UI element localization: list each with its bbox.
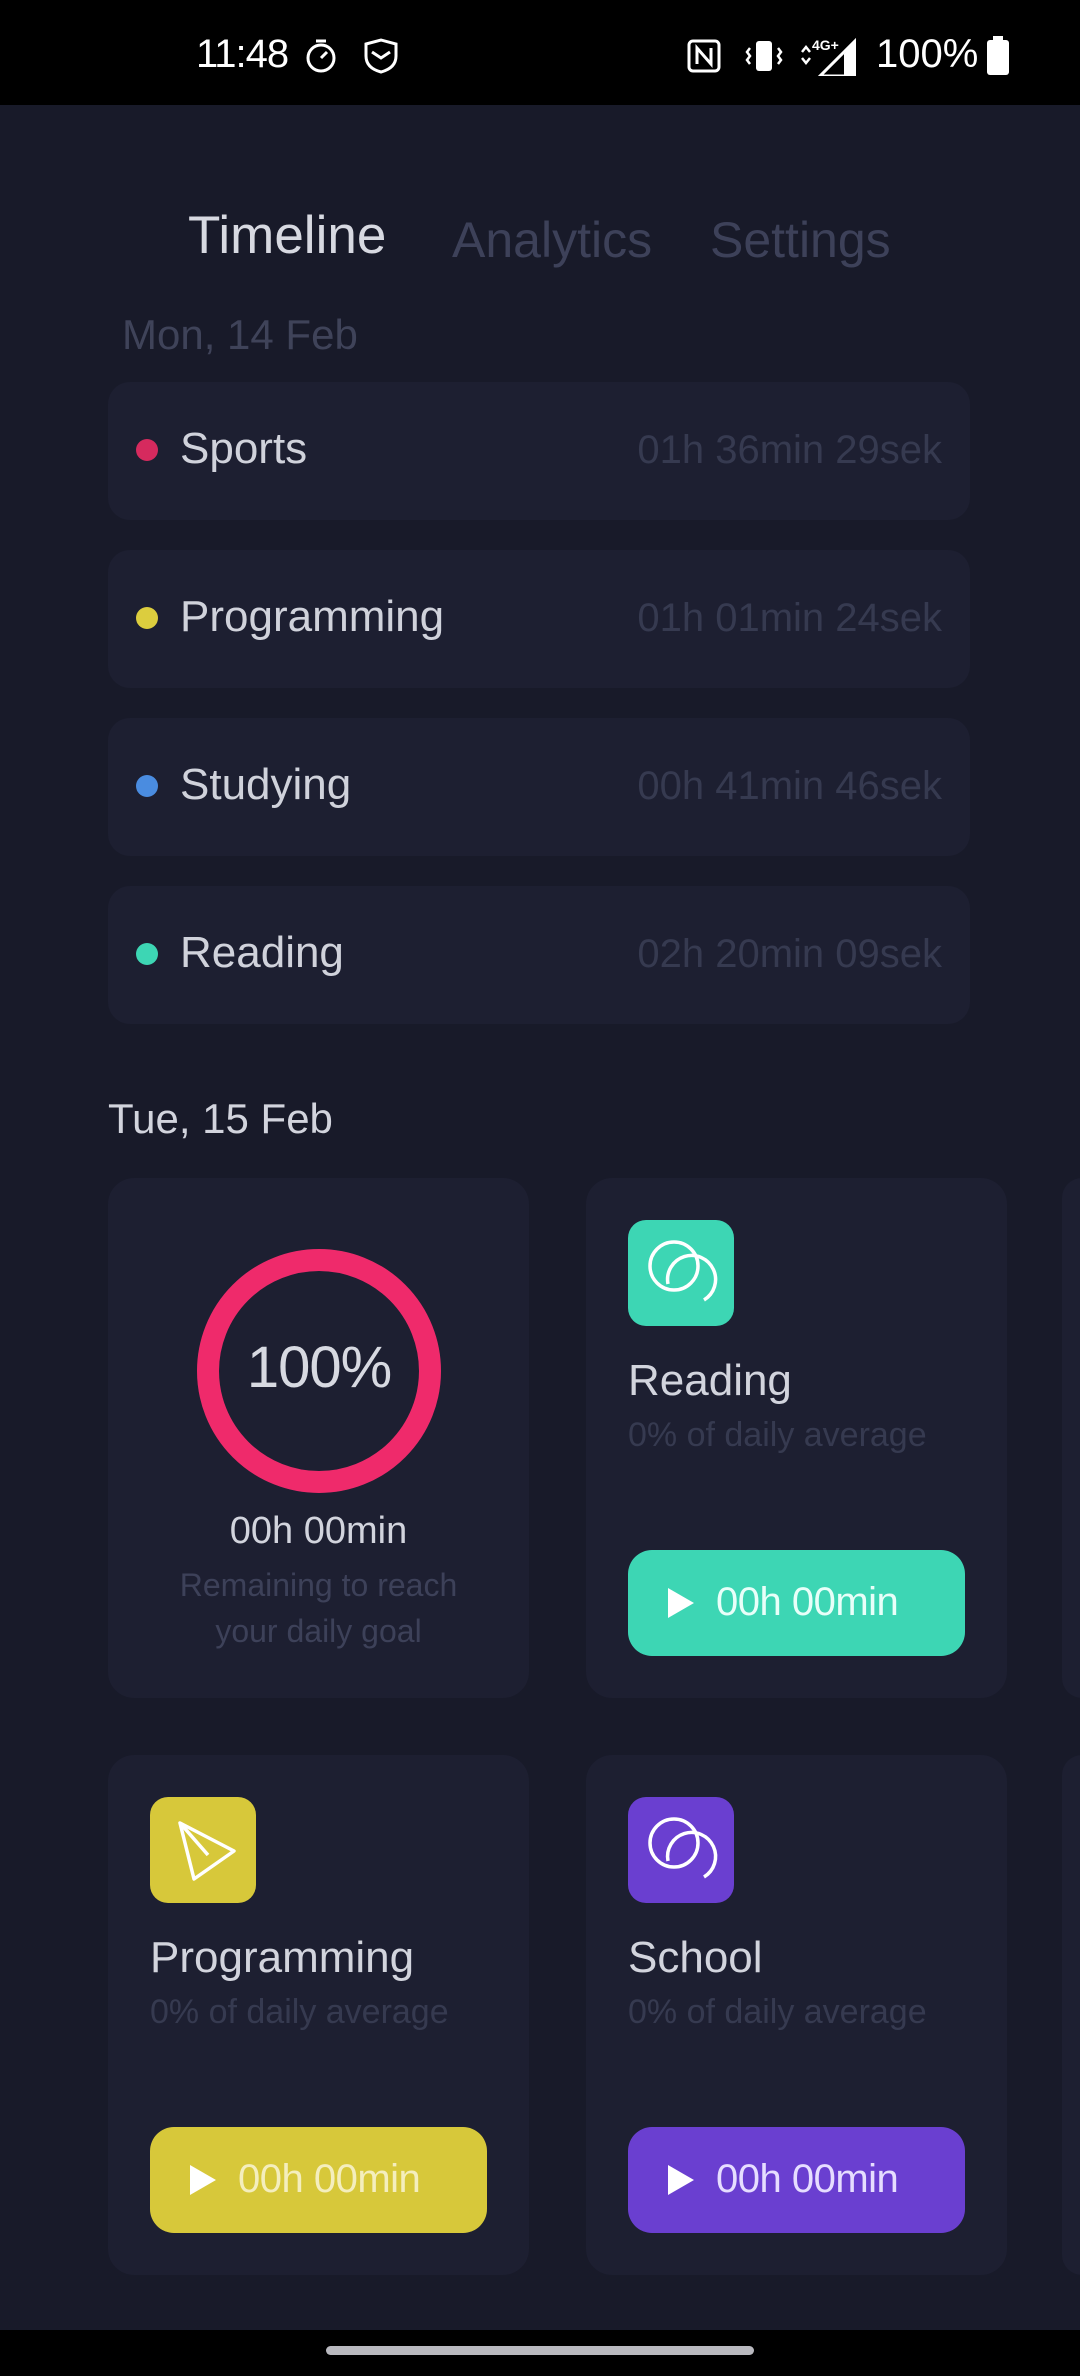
tab-analytics[interactable]: Analytics — [452, 211, 652, 269]
entry-name: Reading — [180, 928, 344, 977]
entry-name: Sports — [180, 424, 308, 473]
entry-name: Studying — [180, 760, 352, 809]
school-loop-icon — [628, 1797, 734, 1903]
entry-duration: 01h 01min 24sek — [637, 596, 942, 640]
app-shield-icon — [362, 38, 400, 79]
activity-name: Reading — [628, 1356, 792, 1405]
day-label-tue: Tue, 15 Feb — [108, 1095, 333, 1142]
activity-card-school[interactable]: School 0% of daily average 00h 00min — [586, 1755, 1007, 2275]
programming-paper-plane-icon — [150, 1797, 256, 1903]
home-gesture-handle[interactable] — [326, 2346, 754, 2355]
timer-label: 00h 00min — [716, 1580, 899, 1624]
timeline-entry-reading[interactable]: Reading 02h 20min 09sek — [108, 886, 970, 1024]
goal-caption: Remaining to reach your daily goal — [179, 1567, 458, 1649]
navigation-bar — [0, 2330, 1080, 2376]
day-label-mon: Mon, 14 Feb — [122, 311, 358, 358]
goal-progress-ring: 100% — [194, 1246, 444, 1496]
timer-label: 00h 00min — [238, 2157, 421, 2201]
entry-name: Programming — [180, 592, 445, 641]
battery-percent: 100% — [876, 32, 979, 76]
status-bar: 11:48 4G+ 100% — [0, 0, 1080, 105]
activity-average: 0% of daily average — [150, 1993, 449, 2031]
reading-loop-icon — [628, 1220, 734, 1326]
entry-duration: 02h 20min 09sek — [637, 932, 942, 976]
tab-timeline[interactable]: Timeline — [188, 205, 386, 266]
start-timer-button-programming[interactable]: 00h 00min — [150, 2127, 487, 2233]
start-timer-button-reading[interactable]: 00h 00min — [628, 1550, 965, 1656]
start-timer-button-school[interactable]: 00h 00min — [628, 2127, 965, 2233]
play-icon — [668, 2165, 694, 2195]
activity-card-reading[interactable]: Reading 0% of daily average 00h 00min — [586, 1178, 1007, 1698]
offscreen-card-edge — [1062, 1755, 1080, 2275]
goal-percent: 100% — [246, 1335, 392, 1400]
activity-average: 0% of daily average — [628, 1416, 927, 1454]
activity-card-programming[interactable]: Programming 0% of daily average 00h 00mi… — [108, 1755, 529, 2275]
battery-icon — [986, 36, 1010, 81]
entry-duration: 01h 36min 29sek — [637, 428, 942, 472]
play-icon — [668, 1588, 694, 1618]
tab-bar: Timeline Analytics Settings — [0, 205, 1080, 285]
activity-name: School — [628, 1933, 763, 1982]
app-content: Timeline Analytics Settings Mon, 14 Feb … — [0, 105, 1080, 2330]
category-dot — [136, 607, 158, 629]
daily-goal-card: 100% 00h 00min Remaining to reach your d… — [108, 1178, 529, 1698]
timeline-entry-programming[interactable]: Programming 01h 01min 24sek — [108, 550, 970, 688]
timer-label: 00h 00min — [716, 2157, 899, 2201]
category-dot — [136, 943, 158, 965]
play-icon — [190, 2165, 216, 2195]
timeline-entry-sports[interactable]: Sports 01h 36min 29sek — [108, 382, 970, 520]
stopwatch-icon — [304, 38, 338, 79]
status-time: 11:48 — [196, 32, 289, 76]
nfc-icon — [686, 38, 722, 79]
entry-duration: 00h 41min 46sek — [637, 764, 942, 808]
activity-name: Programming — [150, 1933, 415, 1982]
timeline-entry-studying[interactable]: Studying 00h 41min 46sek — [108, 718, 970, 856]
signal-4g-icon: 4G+ — [798, 36, 858, 81]
tab-settings[interactable]: Settings — [710, 211, 891, 269]
vibrate-icon — [744, 38, 784, 79]
offscreen-card-edge — [1062, 1178, 1080, 1698]
goal-remaining-time: 00h 00min — [229, 1510, 408, 1552]
activity-average: 0% of daily average — [628, 1993, 927, 2031]
category-dot — [136, 775, 158, 797]
category-dot — [136, 439, 158, 461]
svg-text:4G+: 4G+ — [812, 37, 839, 53]
